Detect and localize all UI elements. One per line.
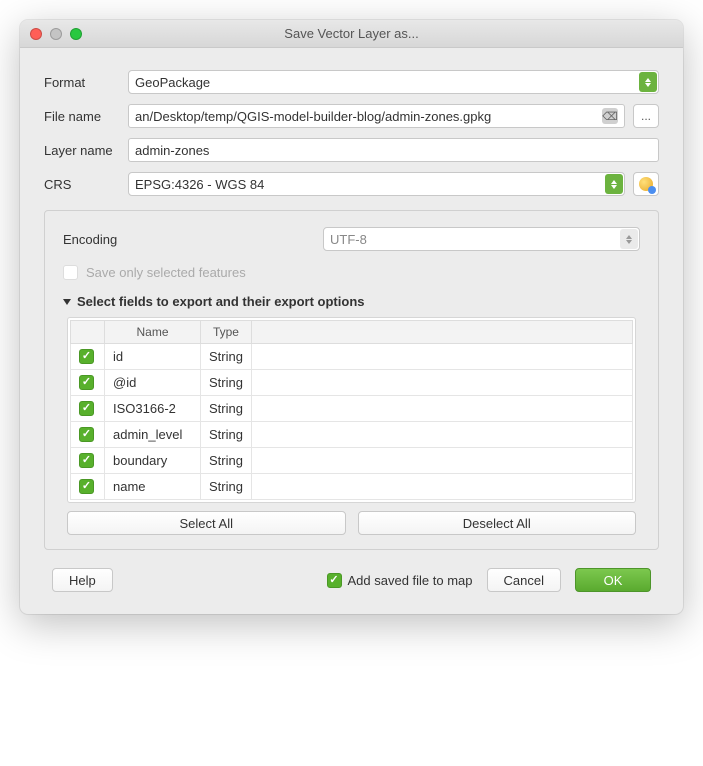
- format-label: Format: [44, 75, 128, 90]
- file-name-value: an/Desktop/temp/QGIS-model-builder-blog/…: [135, 109, 491, 124]
- table-row: @idString: [71, 370, 633, 396]
- cancel-button[interactable]: Cancel: [487, 568, 561, 592]
- clear-icon[interactable]: ⌫: [602, 108, 618, 124]
- field-name: boundary: [105, 448, 201, 474]
- layer-name-input[interactable]: admin-zones: [128, 138, 659, 162]
- field-type: String: [201, 344, 252, 370]
- file-name-label: File name: [44, 109, 128, 124]
- titlebar: Save Vector Layer as...: [20, 20, 683, 48]
- crs-picker-button[interactable]: [633, 172, 659, 196]
- browse-button[interactable]: ...: [633, 104, 659, 128]
- field-type: String: [201, 474, 252, 500]
- ok-button[interactable]: OK: [575, 568, 651, 592]
- disclosure-triangle-icon: [63, 299, 71, 305]
- save-selected-row: Save only selected features: [63, 265, 640, 280]
- fields-table: Name Type idString@idStringISO3166-2Stri…: [67, 317, 636, 503]
- field-checkbox[interactable]: [79, 401, 94, 416]
- field-name: admin_level: [105, 422, 201, 448]
- format-select[interactable]: GeoPackage: [128, 70, 659, 94]
- field-checkbox[interactable]: [79, 375, 94, 390]
- field-checkbox[interactable]: [79, 479, 94, 494]
- table-row: boundaryString: [71, 448, 633, 474]
- window-title: Save Vector Layer as...: [20, 26, 683, 41]
- field-type: String: [201, 370, 252, 396]
- add-to-map-label: Add saved file to map: [348, 573, 473, 588]
- col-type: Type: [201, 321, 252, 344]
- col-check: [71, 321, 105, 344]
- field-name: name: [105, 474, 201, 500]
- layer-name-label: Layer name: [44, 143, 128, 158]
- add-to-map-row[interactable]: Add saved file to map: [327, 573, 473, 588]
- field-type: String: [201, 396, 252, 422]
- chevron-updown-icon: [605, 174, 623, 194]
- file-name-input[interactable]: an/Desktop/temp/QGIS-model-builder-blog/…: [128, 104, 625, 128]
- table-row: ISO3166-2String: [71, 396, 633, 422]
- crs-value: EPSG:4326 - WGS 84: [135, 177, 264, 192]
- layer-name-value: admin-zones: [135, 143, 209, 158]
- field-checkbox[interactable]: [79, 349, 94, 364]
- encoding-value: UTF-8: [330, 232, 367, 247]
- encoding-label: Encoding: [63, 232, 323, 247]
- table-row: admin_levelString: [71, 422, 633, 448]
- globe-icon: [639, 177, 653, 191]
- encoding-select: UTF-8: [323, 227, 640, 251]
- col-blank: [251, 321, 632, 344]
- col-name: Name: [105, 321, 201, 344]
- field-checkbox[interactable]: [79, 427, 94, 442]
- table-row: nameString: [71, 474, 633, 500]
- deselect-all-button[interactable]: Deselect All: [358, 511, 637, 535]
- format-value: GeoPackage: [135, 75, 210, 90]
- help-button[interactable]: Help: [52, 568, 113, 592]
- crs-label: CRS: [44, 177, 128, 192]
- select-all-button[interactable]: Select All: [67, 511, 346, 535]
- fields-section-header[interactable]: Select fields to export and their export…: [63, 294, 640, 309]
- chevron-updown-icon: [639, 72, 657, 92]
- table-row: idString: [71, 344, 633, 370]
- chevron-updown-icon: [620, 229, 638, 249]
- field-name: ISO3166-2: [105, 396, 201, 422]
- add-to-map-checkbox[interactable]: [327, 573, 342, 588]
- field-checkbox[interactable]: [79, 453, 94, 468]
- field-name: id: [105, 344, 201, 370]
- save-selected-label: Save only selected features: [86, 265, 246, 280]
- options-panel: Encoding UTF-8 Save only selected featur…: [44, 210, 659, 550]
- crs-select[interactable]: EPSG:4326 - WGS 84: [128, 172, 625, 196]
- field-type: String: [201, 448, 252, 474]
- dialog-save-vector-layer: Save Vector Layer as... Format GeoPackag…: [20, 20, 683, 614]
- field-type: String: [201, 422, 252, 448]
- save-selected-checkbox: [63, 265, 78, 280]
- field-name: @id: [105, 370, 201, 396]
